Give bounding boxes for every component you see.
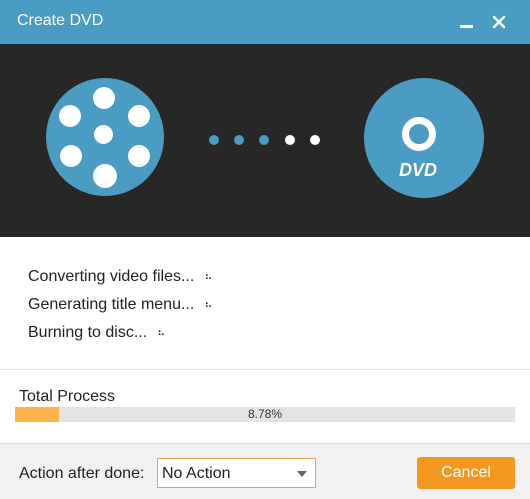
disc-center-ring: [402, 117, 436, 151]
reel-hole: [94, 125, 113, 144]
loading-dots-icon: ⠦: [204, 299, 212, 312]
progress-percent: 8.78%: [247, 407, 283, 421]
step-converting: Converting video files... ⠦: [28, 268, 212, 286]
chevron-down-icon: [297, 471, 307, 477]
close-icon: [492, 15, 506, 29]
reel-hole: [60, 145, 82, 167]
film-reel-icon: [46, 78, 164, 196]
reel-hole: [59, 105, 81, 127]
footer-bar: Action after done: No Action Cancel: [0, 443, 530, 499]
cancel-button[interactable]: Cancel: [417, 457, 515, 489]
total-process-label: Total Process: [19, 388, 116, 405]
progress-dot: [234, 135, 244, 145]
window-title: Create DVD: [17, 12, 104, 29]
progress-dot: [285, 135, 295, 145]
total-process-panel: Total Process 8.78%: [0, 369, 530, 444]
progress-dot: [209, 135, 219, 145]
reel-hole: [128, 105, 150, 127]
action-after-done-select[interactable]: No Action: [157, 458, 316, 488]
step-generating-menu: Generating title menu... ⠦: [28, 296, 212, 314]
progress-dot: [310, 135, 320, 145]
progress-dot: [259, 135, 269, 145]
loading-dots-icon: ⠦: [204, 271, 212, 284]
reel-hole: [128, 145, 150, 167]
step-burning: Burning to disc... ⠦: [28, 324, 165, 342]
step-label: Converting video files...: [28, 268, 195, 285]
reel-hole: [93, 87, 115, 109]
dvd-disc-icon: DVD: [364, 78, 484, 198]
close-button[interactable]: [488, 11, 510, 33]
reel-hole: [93, 164, 117, 188]
title-bar: Create DVD: [0, 0, 530, 44]
action-after-done-label: Action after done:: [19, 465, 145, 482]
dvd-logo: DVD: [399, 160, 438, 180]
total-progress-bar: 8.78%: [15, 407, 515, 422]
step-list: Converting video files... ⠦ Generating ti…: [0, 237, 530, 369]
step-label: Burning to disc...: [28, 324, 148, 341]
step-label: Generating title menu...: [28, 296, 195, 313]
loading-dots-icon: ⠦: [157, 327, 165, 340]
selected-action: No Action: [162, 465, 231, 482]
minimize-icon: [459, 24, 473, 28]
minimize-button[interactable]: [455, 11, 477, 33]
